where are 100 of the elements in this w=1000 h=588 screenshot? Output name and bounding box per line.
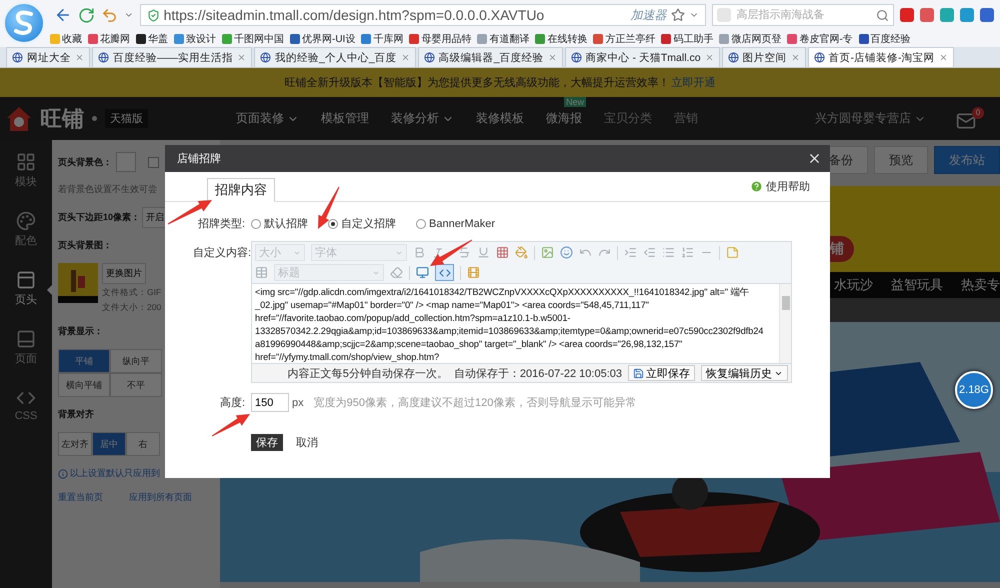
apply-all-link[interactable]: 应用到所有页面 — [129, 491, 192, 504]
option-button[interactable]: 居中 — [92, 432, 126, 456]
checkbox[interactable] — [148, 156, 159, 168]
browser-tab[interactable]: 高级编辑器_百度经验 — [418, 47, 563, 67]
shop-menu[interactable]: 兴方圆母婴专营店 — [815, 110, 926, 127]
option-button[interactable]: 横向平铺 — [58, 373, 110, 397]
shop-nav-link[interactable]: 益智玩具 — [891, 276, 943, 294]
close-icon[interactable] — [400, 53, 410, 62]
bookmark-link[interactable]: 收藏 — [50, 32, 82, 46]
option-button[interactable]: 平铺 — [58, 349, 110, 373]
strikethrough-icon[interactable] — [458, 246, 471, 259]
bookmark-link[interactable]: 有道翻译 — [477, 32, 530, 46]
browser-tab[interactable]: 首页-店铺装修-淘宝网 — [808, 47, 954, 67]
rail-item[interactable]: 页面 — [0, 329, 52, 366]
bookmark-link[interactable]: 千库网 — [361, 32, 404, 46]
bookmark-link[interactable]: 华盖 — [136, 32, 168, 46]
preview-icon[interactable] — [416, 266, 429, 279]
browser-logo[interactable] — [3, 2, 45, 44]
paint-bucket-icon[interactable] — [515, 246, 528, 259]
help-link[interactable]: 使用帮助 — [750, 179, 810, 194]
reset-link[interactable]: 重置当前页 — [58, 491, 103, 504]
bookmark-link[interactable]: 母婴用品特 — [409, 32, 472, 46]
shop-nav-link[interactable]: 热卖专 — [961, 276, 1000, 294]
extension-icon[interactable] — [980, 8, 994, 22]
color-swatch[interactable] — [116, 152, 136, 172]
bookmark-link[interactable]: 码工助手 — [661, 32, 714, 46]
smiley-icon[interactable] — [560, 246, 573, 259]
nav-link[interactable]: 页面装修 — [236, 110, 299, 127]
browser-tab[interactable]: 图片空间 — [722, 47, 806, 67]
text-color-icon[interactable] — [496, 246, 509, 259]
dialog-tab[interactable]: 招牌内容 — [207, 178, 275, 202]
back-button[interactable] — [54, 6, 72, 24]
outdent-icon[interactable] — [643, 246, 656, 259]
radio-option[interactable]: 默认招牌 — [251, 216, 308, 231]
radio-option[interactable]: BannerMaker — [416, 216, 496, 231]
restore-history-button[interactable]: 恢复编辑历史 — [701, 365, 788, 381]
extension-icon[interactable] — [900, 8, 914, 22]
option-button[interactable]: 不平 — [110, 373, 162, 397]
table-icon[interactable] — [255, 266, 268, 279]
rail-item[interactable]: 配色 — [0, 211, 52, 248]
code-text[interactable]: <img src="//gdp.alicdn.com/imgextra/i2/1641018342/TB2WCZnpVXXXXcQXpXXXXXXXXXX_!!1641018342.jpg" alt=" 端午 _02.jpg" usemap="#Map01" border="0" /> <map name="Map01"> <area coords="548,45,711,117" href="//favorite.taobao.com/popup/add_collection.htm?spm=a1z10.1-b.w5001- 13328570342.2.29qgia&amp;id=103869633&amp;itemid=103869633&amp;itemtype=0&amp;ownerid=e07c590cc2302f9dfb24 a81996990448&amp;scjjc=2&amp;scene=taobao_shop" target="_blank" /> <area coords="26,98,132,157" href="//yfymy.tmall.com/shop/view_shop.htm? — [252, 284, 779, 363]
bookmark-link[interactable]: 优界网-UI设 — [290, 32, 356, 46]
save-now-button[interactable]: 立即保存 — [628, 365, 695, 381]
close-icon[interactable] — [938, 53, 948, 62]
indent-icon[interactable] — [624, 246, 637, 259]
bold-icon[interactable] — [413, 246, 426, 259]
note-icon[interactable] — [726, 246, 739, 259]
change-image-button[interactable]: 更换图片 — [102, 263, 146, 284]
radio-option[interactable]: 自定义招牌 — [328, 216, 396, 231]
close-icon[interactable] — [548, 53, 557, 62]
browser-tab[interactable]: 网址大全 — [6, 47, 90, 67]
search-icon[interactable] — [876, 8, 889, 22]
extension-icon[interactable] — [960, 8, 974, 22]
bookmark-link[interactable]: 花瓣网 — [88, 32, 130, 46]
browser-tab[interactable]: 商家中心 - 天猫Tmall.co — [564, 47, 720, 67]
rich-text-editor[interactable] — [251, 241, 792, 383]
rail-item[interactable]: 页头 — [0, 270, 52, 307]
bookmark-link[interactable]: 方正兰亭纤 — [593, 32, 656, 46]
close-button[interactable] — [807, 151, 822, 166]
close-icon[interactable] — [790, 53, 800, 62]
underline-icon[interactable] — [477, 246, 490, 259]
close-icon[interactable] — [75, 53, 84, 62]
rail-item[interactable]: 模块 — [0, 152, 52, 189]
bookmark-link[interactable]: 千图网中国 — [222, 32, 284, 46]
browser-tab[interactable]: 百度经验——实用生活指 — [92, 47, 252, 67]
bookmark-link[interactable]: 微店网页登 — [719, 32, 782, 46]
action-button[interactable]: 发布站 — [934, 146, 1000, 174]
close-icon[interactable] — [704, 53, 714, 62]
eraser-icon[interactable] — [390, 266, 403, 279]
refresh-button[interactable] — [78, 6, 95, 24]
media-icon[interactable] — [467, 266, 480, 279]
bookmark-link[interactable]: 致设计 — [174, 32, 216, 46]
star-icon[interactable] — [670, 8, 685, 22]
rail-item[interactable]: CSS — [0, 388, 52, 422]
close-icon[interactable] — [237, 53, 246, 62]
extension-icon[interactable] — [920, 8, 934, 22]
nav-link[interactable]: 装修模板 — [476, 110, 524, 127]
numbered-list-icon[interactable] — [681, 246, 694, 259]
bookmark-link[interactable]: 卷皮官网-专 — [787, 32, 853, 46]
shop-nav-link[interactable]: 水玩沙 — [834, 276, 873, 294]
image-icon[interactable] — [541, 246, 554, 259]
address-bar[interactable]: https://siteadmin.tmall.com/design.htm?spm=0.0.0.0.XAVTUo 加速器 — [140, 4, 706, 26]
cancel-button[interactable]: 取消 — [291, 434, 323, 451]
scrollbar[interactable] — [779, 284, 791, 363]
search-bar[interactable]: 高层指示南海战备 — [712, 4, 894, 26]
save-button[interactable]: 保存 — [251, 434, 283, 451]
undo-button[interactable] — [101, 6, 118, 24]
bookmark-link[interactable]: 百度经验 — [858, 32, 911, 46]
code-view-button[interactable] — [435, 264, 454, 281]
bookmark-link[interactable]: 在线转换 — [535, 32, 588, 46]
option-button[interactable]: 左对齐 — [58, 432, 92, 456]
height-input[interactable]: 150 — [251, 393, 289, 412]
option-button[interactable]: 右 — [126, 432, 160, 456]
nav-link[interactable]: 装修分析 — [391, 110, 454, 127]
action-button[interactable]: 预览 — [874, 146, 928, 174]
extension-icon[interactable] — [940, 8, 954, 22]
browser-tab[interactable]: 我的经验_个人中心_百度 — [254, 47, 416, 67]
search-input[interactable]: 高层指示南海战备 — [734, 8, 872, 22]
nav-link[interactable]: 模板管理 — [321, 110, 369, 127]
accelerator-label[interactable]: 加速器 — [630, 6, 667, 24]
